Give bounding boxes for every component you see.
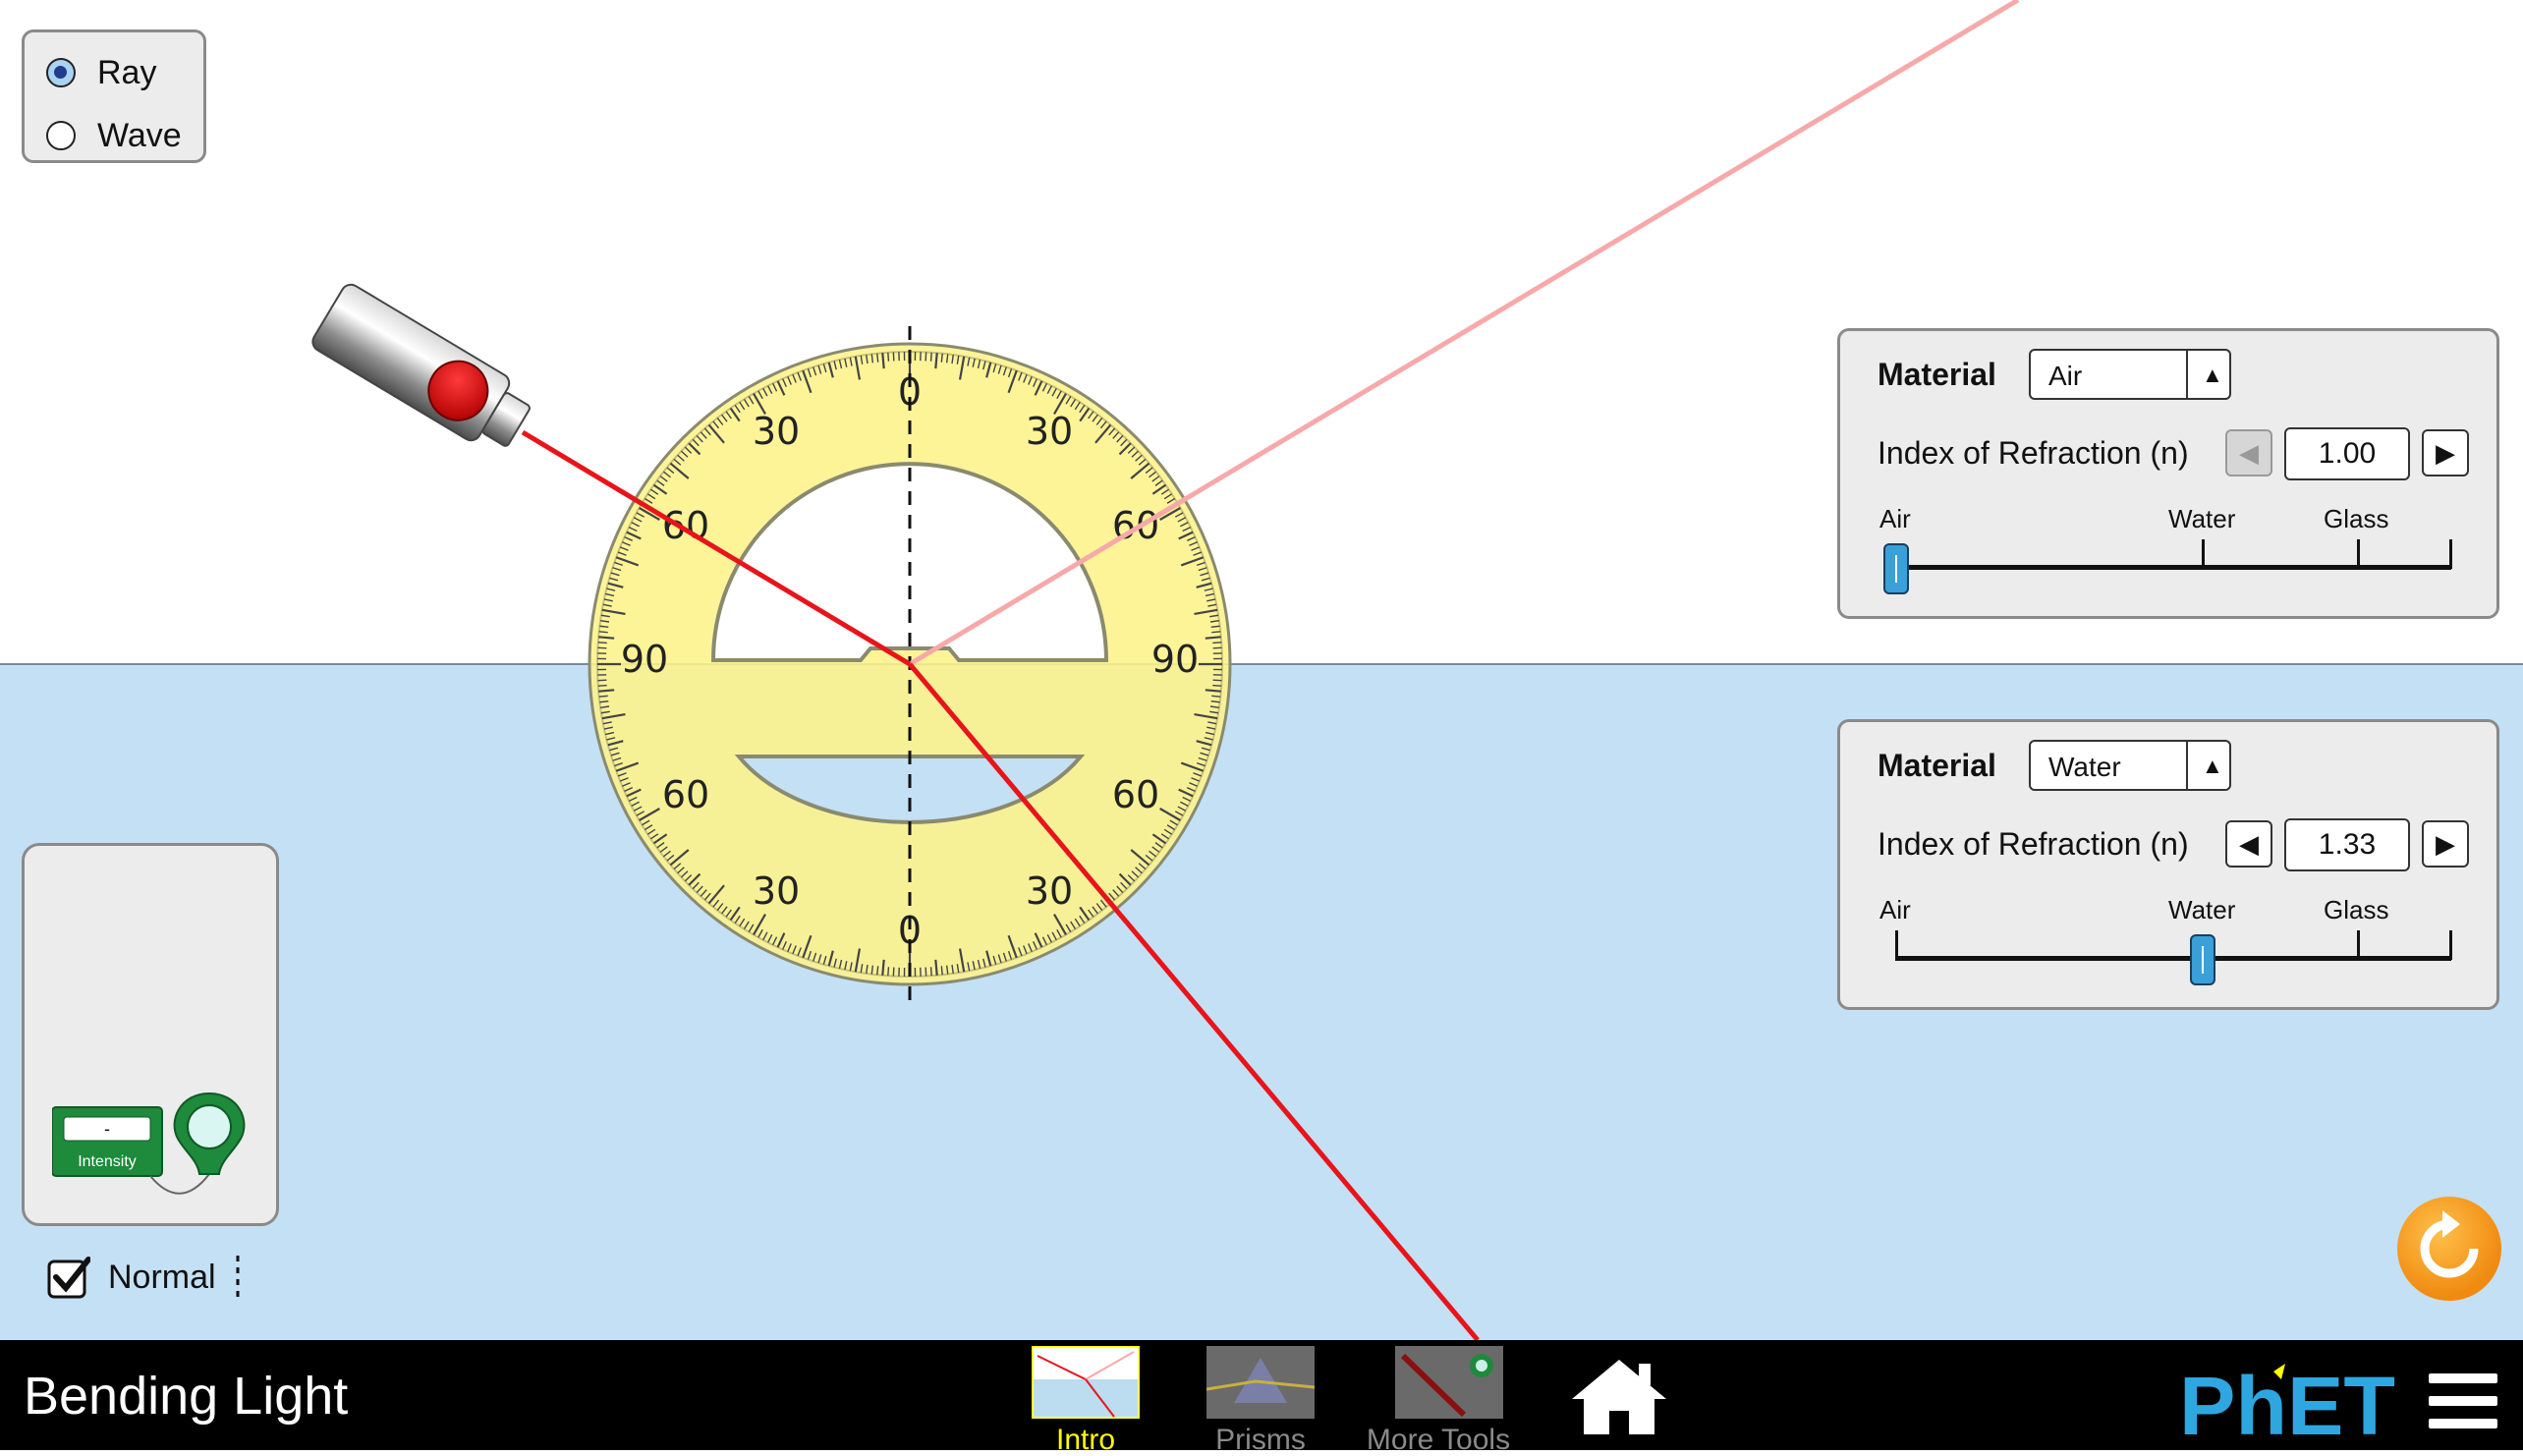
normal-checkbox-row[interactable]: Normal: [47, 1254, 263, 1301]
intensity-label: Intensity: [78, 1153, 137, 1170]
wave-radio-icon[interactable]: [46, 121, 76, 150]
reset-icon: [2397, 1197, 2501, 1301]
protractor-tick: [598, 686, 607, 687]
protractor-tick: [1211, 696, 1220, 697]
ray-radio-icon[interactable]: [46, 58, 76, 87]
ior-value: 1.00: [2284, 427, 2410, 480]
intensity-reading: -: [104, 1119, 110, 1139]
protractor-label-60-bottom-right: 60: [1112, 773, 1159, 816]
navigation-bar: Bending Light Intro Prisms More Tools: [0, 1340, 2523, 1450]
tab-prisms-label: Prisms: [1206, 1426, 1315, 1455]
protractor-tick: [1212, 686, 1221, 687]
tab-intro[interactable]: Intro: [1032, 1346, 1140, 1455]
protractor-tick: [941, 354, 942, 363]
ray-option[interactable]: Ray: [46, 50, 156, 95]
prisms-screen-icon: [1206, 1346, 1315, 1419]
ray-wave-panel: Ray Wave: [22, 29, 206, 163]
combo-arrow-icon[interactable]: ▲: [2202, 363, 2223, 388]
phet-logo-text: PhET: [2179, 1364, 2395, 1442]
wave-option[interactable]: Wave: [46, 113, 182, 158]
ior-slider-track[interactable]: [1895, 565, 2451, 570]
protractor-tick: [941, 966, 942, 975]
ray-label: Ray: [97, 54, 156, 92]
intensity-meter-tool[interactable]: - Intensity: [52, 1092, 258, 1209]
protractor-tick: [888, 967, 889, 976]
protractor-tick: [888, 353, 889, 362]
wave-label: Wave: [97, 117, 182, 155]
material-value: Water: [2048, 752, 2121, 783]
slider-label-glass: Glass: [2324, 895, 2388, 925]
protractor-tick: [931, 353, 932, 362]
protractor-label-30-bottom-left: 30: [753, 869, 800, 913]
ior-label: Index of Refraction (n): [1878, 826, 2189, 863]
ior-increment-button[interactable]: ▶: [2422, 820, 2469, 868]
ior-decrement-button[interactable]: ◀: [2225, 820, 2272, 868]
app-title: Bending Light: [24, 1366, 348, 1427]
ior-label: Index of Refraction (n): [1878, 435, 2189, 472]
protractor-label-30-top-left: 30: [753, 410, 800, 453]
protractor-tick: [598, 643, 607, 644]
intensity-sensor-icon[interactable]: [175, 1093, 245, 1174]
protractor-tick: [1205, 690, 1221, 691]
protractor-label-90-left: 90: [621, 638, 668, 681]
slider-label-glass: Glass: [2324, 504, 2388, 534]
combo-arrow-icon[interactable]: ▲: [2202, 754, 2223, 779]
protractor-label-30-top-right: 30: [1026, 410, 1073, 453]
ior-value: 1.33: [2284, 818, 2410, 871]
tab-more-tools[interactable]: More Tools: [1364, 1346, 1513, 1455]
normal-checkbox-icon[interactable]: [47, 1256, 90, 1299]
protractor-label-90-right: 90: [1151, 638, 1199, 681]
menu-icon[interactable]: [2429, 1373, 2497, 1428]
material-value: Air: [2048, 361, 2082, 392]
protractor-tick: [882, 353, 883, 368]
protractor-tick: [598, 637, 614, 638]
slider-label-air: Air: [1879, 504, 1911, 534]
material-label: Material: [1878, 357, 1996, 393]
material-combo-box[interactable]: Water ▲: [2029, 740, 2231, 791]
protractor-tick: [1212, 643, 1221, 644]
protractor-tick: [931, 967, 932, 976]
slider-label-air: Air: [1879, 895, 1911, 925]
protractor-tick: [599, 632, 608, 633]
reset-all-button[interactable]: [2397, 1197, 2501, 1301]
intro-screen-icon: [1032, 1346, 1140, 1419]
ior-slider-track[interactable]: [1895, 956, 2451, 961]
material-label: Material: [1878, 748, 1996, 784]
protractor-tick: [877, 966, 878, 975]
bottom-medium-panel: Material Water ▲ Index of Refraction (n)…: [1837, 719, 2499, 1010]
tab-intro-label: Intro: [1032, 1426, 1140, 1455]
slider-label-water: Water: [2168, 895, 2235, 925]
toolbox-panel: - Intensity: [22, 843, 279, 1226]
protractor-tick: [1211, 632, 1220, 633]
protractor-label-60-bottom-left: 60: [662, 773, 709, 816]
tab-more-tools-label: More Tools: [1364, 1426, 1513, 1455]
protractor-tick: [935, 960, 936, 976]
ior-slider-thumb[interactable]: [1883, 543, 1909, 594]
slider-label-water: Water: [2168, 504, 2235, 534]
normal-icon: [234, 1254, 263, 1301]
tab-prisms[interactable]: Prisms: [1206, 1346, 1315, 1455]
phet-logo[interactable]: PhET: [2179, 1364, 2407, 1442]
protractor-tick: [935, 353, 936, 368]
protractor-tick: [1205, 637, 1221, 638]
protractor-tick: [882, 960, 883, 976]
protractor-tick: [598, 690, 614, 691]
more-tools-screen-icon: [1395, 1346, 1503, 1419]
material-combo-box[interactable]: Air ▲: [2029, 349, 2231, 400]
normal-label: Normal: [108, 1259, 216, 1297]
ior-decrement-button[interactable]: ◀: [2225, 429, 2272, 476]
home-icon[interactable]: [1568, 1356, 1670, 1438]
ior-slider-thumb[interactable]: [2190, 934, 2215, 985]
protractor-tick: [599, 696, 608, 697]
top-medium-panel: Material Air ▲ Index of Refraction (n) ◀…: [1837, 328, 2499, 619]
protractor-tick: [877, 354, 878, 363]
ior-increment-button[interactable]: ▶: [2422, 429, 2469, 476]
protractor-label-30-bottom-right: 30: [1026, 869, 1073, 913]
